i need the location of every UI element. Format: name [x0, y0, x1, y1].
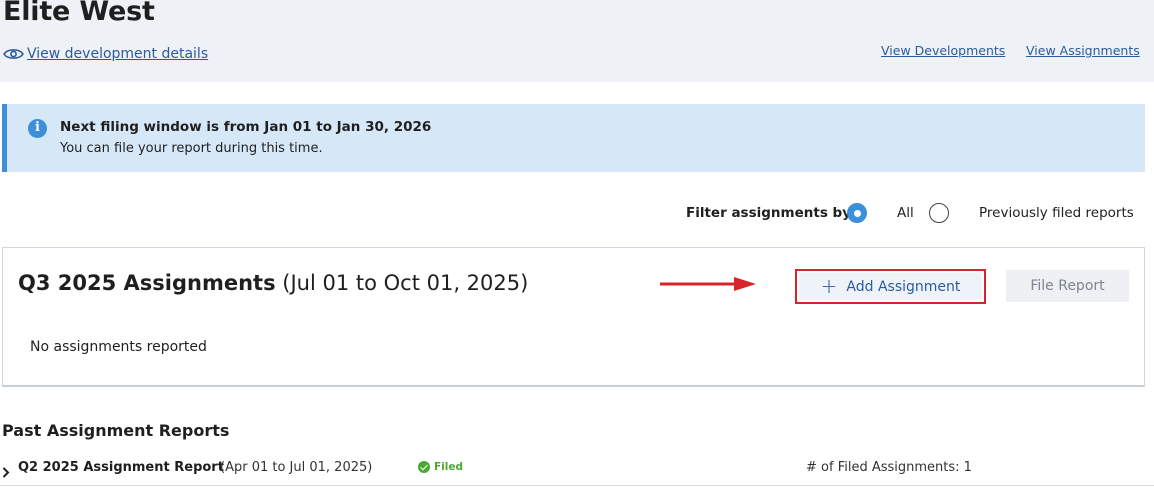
arrow-right-icon [658, 274, 758, 298]
current-assignments-title: Q3 2025 Assignments (Jul 01 to Oct 01, 2… [18, 271, 528, 295]
chevron-right-icon[interactable] [2, 463, 10, 482]
page-header: Elite West View development details View… [0, 0, 1154, 82]
status-badge: Filed [418, 461, 463, 473]
view-development-details-label: View development details [27, 46, 209, 62]
eye-icon [3, 47, 24, 61]
view-developments-link[interactable]: View Developments [881, 43, 1005, 58]
file-report-button[interactable]: File Report [1006, 270, 1129, 302]
status-label: Filed [434, 461, 464, 473]
banner-subtitle: You can file your report during this tim… [60, 141, 323, 156]
empty-assignments-message: No assignments reported [30, 339, 207, 355]
filter-previously-filed-label[interactable]: Previously filed reports [979, 205, 1134, 221]
report-name: Q2 2025 Assignment Report [18, 460, 224, 475]
filed-assignments-count: # of Filed Assignments: 1 [806, 460, 972, 475]
add-assignment-button[interactable]: + Add Assignment [795, 269, 986, 304]
plus-icon: + [820, 273, 838, 298]
filter-previously-filed-radio[interactable] [929, 203, 949, 223]
view-development-details-link[interactable]: View development details [3, 46, 208, 62]
current-quarter-title: Q3 2025 Assignments [18, 271, 276, 295]
info-icon: i [28, 119, 47, 138]
current-quarter-range: (Jul 01 to Oct 01, 2025) [282, 271, 529, 295]
filter-all-radio[interactable] [847, 203, 867, 223]
add-assignment-label: Add Assignment [846, 278, 961, 295]
past-report-row[interactable]: Q2 2025 Assignment Report (Apr 01 to Jul… [0, 452, 1154, 486]
banner-title: Next filing window is from Jan 01 to Jan… [60, 119, 432, 135]
current-assignments-card: Q3 2025 Assignments (Jul 01 to Oct 01, 2… [2, 247, 1145, 387]
past-reports-title: Past Assignment Reports [2, 421, 230, 440]
check-circle-icon [418, 461, 430, 473]
report-range: (Apr 01 to Jul 01, 2025) [220, 460, 373, 475]
filter-label: Filter assignments by: [686, 205, 857, 221]
page-title: Elite West [3, 0, 155, 27]
filing-window-banner: i Next filing window is from Jan 01 to J… [2, 104, 1145, 172]
view-assignments-link[interactable]: View Assignments [1026, 43, 1140, 58]
filter-all-label[interactable]: All [897, 205, 914, 221]
